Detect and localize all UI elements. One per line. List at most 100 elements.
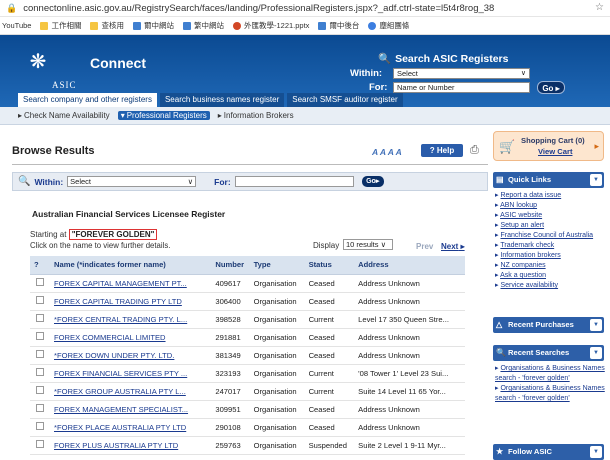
print-icon[interactable]: ⎙ <box>470 144 479 157</box>
quick-link[interactable]: ▸ Setup an alert <box>495 221 605 231</box>
quick-link[interactable]: ▸ ABN lookup <box>495 201 605 211</box>
licensee-name-link[interactable]: FOREX PLUS AUSTRALIA PTY LTD <box>54 441 178 450</box>
folder-icon <box>40 21 49 30</box>
licensee-name-link[interactable]: *FOREX GROUP AUSTRALIA PTY L... <box>54 387 186 396</box>
quick-link[interactable]: ▸ Information brokers <box>495 251 605 261</box>
quick-link[interactable]: ▸ NZ companies <box>495 261 605 271</box>
bookmark-youtube[interactable]: YouTube <box>2 21 31 30</box>
quick-links-list: ▸ Report a data issue ▸ ABN lookup ▸ ASIC … <box>495 191 605 291</box>
cell-name: *FOREX CENTRAL TRADING PTY. L... <box>50 310 212 329</box>
go-button[interactable]: Go▸ <box>361 176 384 187</box>
cell-number: 306400 <box>211 292 250 311</box>
click-hint: Click on the name to view further detail… <box>30 241 171 250</box>
results-per-page-select[interactable]: 10 results ∨ <box>343 239 393 250</box>
subnav-information-brokers[interactable]: ▸ Information Brokers <box>218 111 294 120</box>
sub-navigation: ▸ Check Name Availability ▾ Professional R… <box>0 107 610 125</box>
bookmark-folder[interactable]: 工作相關 <box>40 20 81 31</box>
licensee-name-link[interactable]: *FOREX PLACE AUSTRALIA PTY LTD <box>54 423 186 432</box>
tab-company-registers[interactable]: Search company and other registers <box>18 93 157 107</box>
row-checkbox[interactable] <box>36 314 44 322</box>
chevron-down-icon[interactable]: ▼ <box>590 446 602 458</box>
row-checkbox[interactable] <box>36 386 44 394</box>
list-icon: ▤ <box>496 175 504 184</box>
cell-type: Organisation <box>249 400 305 419</box>
prev-link[interactable]: Prev <box>416 242 433 251</box>
search-registers-title: 🔍 Search ASIC Registers <box>378 52 509 66</box>
cell-number: 323193 <box>211 364 250 383</box>
row-checkbox[interactable] <box>36 332 44 340</box>
chevron-down-icon[interactable]: ▼ <box>590 174 602 186</box>
table-row: *FOREX GROUP AUSTRALIA PTY L... 247017 Org… <box>30 382 465 401</box>
quick-links-header[interactable]: ▤ Quick Links ▼ <box>493 172 604 188</box>
next-link[interactable]: Next ▸ <box>441 242 465 251</box>
tab-business-names[interactable]: Search business names register <box>159 93 285 107</box>
cell-address: '08 Tower 1' Level 23 Sui... <box>354 364 465 383</box>
tab-smsf-auditor[interactable]: Search SMSF auditor register <box>287 93 403 107</box>
licensee-name-link[interactable]: FOREX FINANCIAL SERVICES PTY ... <box>54 369 187 378</box>
licensee-name-link[interactable]: FOREX CAPITAL TRADING PTY LTD <box>54 297 182 306</box>
quick-link-label: Report a data issue <box>500 192 562 199</box>
row-checkbox[interactable] <box>36 422 44 430</box>
quick-link[interactable]: ▸ ASIC website <box>495 211 605 221</box>
recent-purchases-header[interactable]: △ Recent Purchases ▼ <box>493 317 604 333</box>
asic-logo-text: ASIC <box>52 80 77 90</box>
divider <box>12 164 488 165</box>
within-select[interactable]: Select ∨ <box>393 68 530 79</box>
row-checkbox[interactable] <box>36 368 44 376</box>
recent-search-item[interactable]: ▸ Organisations & Business Names search … <box>495 364 605 384</box>
quick-link-label: ABN lookup <box>500 202 538 209</box>
licensee-name-link[interactable]: *FOREX CENTRAL TRADING PTY. L... <box>54 315 187 324</box>
licensee-name-link[interactable]: *FOREX DOWN UNDER PTY. LTD. <box>54 351 174 360</box>
page-title: Browse Results <box>12 145 95 157</box>
cell-number: 309951 <box>211 400 250 419</box>
shopping-cart[interactable]: 🛒 Shopping Cart (0) View Cart ▸ <box>493 131 604 161</box>
licensee-name-link[interactable]: FOREX CAPITAL MANAGEMENT PT... <box>54 279 187 288</box>
row-checkbox[interactable] <box>36 350 44 358</box>
row-checkbox[interactable] <box>36 278 44 286</box>
help-button[interactable]: ? Help <box>421 144 463 157</box>
subnav-check-name[interactable]: ▸ Check Name Availability <box>18 111 110 120</box>
for-input[interactable] <box>234 176 354 187</box>
bookmark-link[interactable]: 繁中網站 <box>182 20 224 31</box>
quick-link[interactable]: ▸ Trademark check <box>495 241 605 251</box>
recent-searches-header[interactable]: 🔍 Recent Searches ▼ <box>493 345 604 361</box>
row-checkbox[interactable] <box>36 404 44 412</box>
bookmark-link[interactable]: 爾中網站 <box>132 20 174 31</box>
triangle-right-icon: ▸ <box>217 111 222 120</box>
column-header-number[interactable]: Number <box>211 256 250 275</box>
quick-link[interactable]: ▸ Franchise Council of Australia <box>495 231 605 241</box>
select-column-header[interactable]: ? <box>30 256 50 275</box>
quick-link[interactable]: ▸ Ask a question <box>495 271 605 281</box>
chevron-down-icon[interactable]: ▼ <box>590 347 602 359</box>
quick-link[interactable]: ▸ Report a data issue <box>495 191 605 201</box>
subnav-professional-registers[interactable]: ▾ Professional Registers <box>117 111 210 120</box>
bookmark-link[interactable]: 外匯教學-1221.pptx <box>232 20 309 31</box>
row-checkbox[interactable] <box>36 296 44 304</box>
bookmark-star-icon[interactable]: ☆ <box>595 2 604 13</box>
for-input[interactable]: Name or Number <box>393 82 530 93</box>
column-header-address[interactable]: Address <box>354 256 465 275</box>
view-cart-link[interactable]: View Cart <box>538 147 572 156</box>
recent-search-item[interactable]: ▸ Organisations & Business Names search … <box>495 384 605 404</box>
bookmark-link[interactable]: 爾中後台 <box>318 20 359 31</box>
lock-icon: 🔒 <box>6 2 18 13</box>
bookmark-link[interactable]: 塵組團條 <box>368 20 409 31</box>
cell-type: Organisation <box>249 310 305 329</box>
quick-link-label: Trademark check <box>500 242 555 249</box>
chevron-down-icon[interactable]: ▼ <box>590 319 602 331</box>
go-button[interactable]: Go ▸ <box>537 81 565 94</box>
column-header-name[interactable]: Name (*indicates former name) <box>50 256 212 275</box>
quick-link[interactable]: ▸ Service availability <box>495 281 605 291</box>
font-size-controls[interactable]: A A A A <box>372 147 402 157</box>
table-row: FOREX COMMERCIAL LIMITED 291881 Organisati… <box>30 328 465 347</box>
column-header-status[interactable]: Status <box>304 256 355 275</box>
licensee-name-link[interactable]: FOREX COMMERCIAL LIMITED <box>54 333 166 342</box>
address-bar[interactable]: 🔒 connectonline.asic.gov.au/RegistrySear… <box>0 0 610 17</box>
cell-address: Address Unknown <box>354 418 465 437</box>
licensee-name-link[interactable]: FOREX MANAGEMENT SPECIALIST... <box>54 405 188 414</box>
column-header-type[interactable]: Type <box>249 256 305 275</box>
bookmark-folder[interactable]: 查核用 <box>90 20 124 31</box>
within-select[interactable]: Select ∨ <box>67 176 197 187</box>
row-checkbox[interactable] <box>36 440 44 448</box>
cell-name: FOREX FINANCIAL SERVICES PTY ... <box>50 364 212 383</box>
